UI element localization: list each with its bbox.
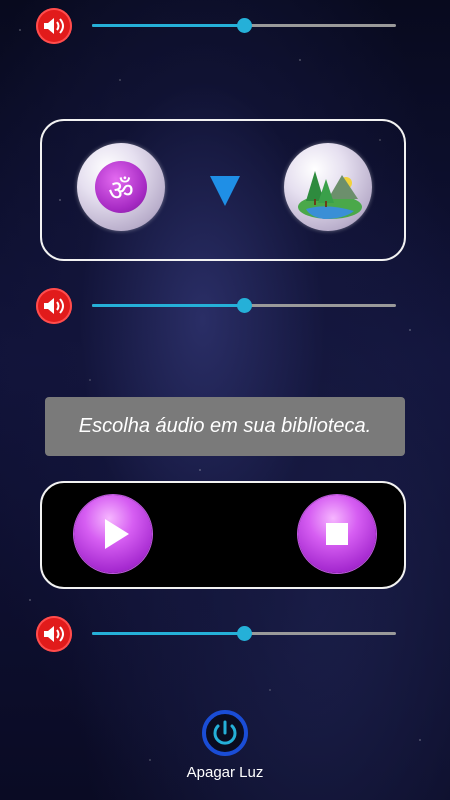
arrow-down-icon <box>210 176 240 206</box>
stop-button[interactable] <box>298 495 376 573</box>
volume-slider-track[interactable] <box>92 626 396 641</box>
volume-row-1 <box>36 8 396 44</box>
speaker-icon[interactable] <box>36 288 72 324</box>
power-button[interactable] <box>202 710 248 756</box>
volume-slider-thumb[interactable] <box>237 18 252 33</box>
stop-icon <box>326 523 348 545</box>
volume-row-3 <box>36 616 396 652</box>
volume-row-2 <box>36 288 396 324</box>
play-button[interactable] <box>74 495 152 573</box>
volume-slider-fill <box>92 304 244 307</box>
speaker-icon[interactable] <box>36 8 72 44</box>
speaker-icon[interactable] <box>36 616 72 652</box>
landscape-icon[interactable] <box>284 143 372 231</box>
volume-slider-fill <box>92 24 244 27</box>
power-label: Apagar Luz <box>186 764 264 781</box>
power-icon <box>202 710 248 756</box>
play-icon <box>105 519 129 549</box>
volume-slider-thumb[interactable] <box>237 626 252 641</box>
toast-message: Escolha áudio em sua biblioteca. <box>45 397 405 456</box>
volume-slider-track[interactable] <box>92 18 396 33</box>
om-icon[interactable]: ॐ <box>77 143 165 231</box>
om-symbol: ॐ <box>95 161 147 213</box>
volume-slider-thumb[interactable] <box>237 298 252 313</box>
volume-slider-track[interactable] <box>92 298 396 313</box>
volume-slider-fill <box>92 632 244 635</box>
